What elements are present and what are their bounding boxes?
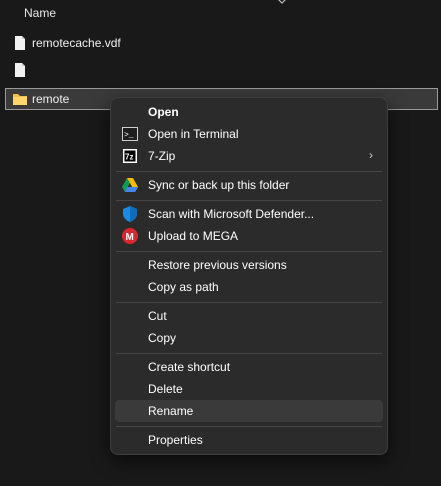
- menu-item-restore-versions[interactable]: Restore previous versions: [115, 254, 383, 276]
- context-menu: Open >_ Open in Terminal 7z 7-Zip › Sync…: [110, 97, 388, 455]
- menu-item-copy-as-path[interactable]: Copy as path: [115, 276, 383, 298]
- svg-text:M: M: [126, 232, 134, 243]
- 7zip-icon: 7z: [122, 148, 138, 164]
- menu-item-cut[interactable]: Cut: [115, 305, 383, 327]
- menu-item-mega[interactable]: M Upload to MEGA: [115, 225, 383, 247]
- file-row-remotecache[interactable]: remotecache.vdf: [6, 32, 436, 54]
- sort-chevron-icon[interactable]: [277, 0, 287, 6]
- menu-item-create-shortcut[interactable]: Create shortcut: [115, 356, 383, 378]
- folder-icon: [12, 91, 28, 107]
- menu-item-open[interactable]: Open: [115, 101, 383, 123]
- file-icon: [12, 35, 28, 51]
- menu-item-sync[interactable]: Sync or back up this folder: [115, 174, 383, 196]
- column-name-header[interactable]: Name: [24, 6, 56, 20]
- menu-separator: [116, 251, 382, 252]
- menu-item-open-terminal[interactable]: >_ Open in Terminal: [115, 123, 383, 145]
- svg-text:7z: 7z: [125, 153, 133, 162]
- file-row-unnamed[interactable]: [6, 59, 436, 81]
- menu-separator: [116, 353, 382, 354]
- file-name: remotecache.vdf: [32, 36, 121, 50]
- menu-item-properties[interactable]: Properties: [115, 429, 383, 451]
- menu-item-defender[interactable]: Scan with Microsoft Defender...: [115, 203, 383, 225]
- menu-separator: [116, 426, 382, 427]
- folder-name: remote: [32, 92, 70, 106]
- file-icon: [12, 62, 28, 78]
- menu-separator: [116, 302, 382, 303]
- menu-item-copy[interactable]: Copy: [115, 327, 383, 349]
- mega-icon: M: [122, 228, 138, 244]
- terminal-icon: >_: [122, 126, 138, 142]
- menu-separator: [116, 171, 382, 172]
- svg-text:>_: >_: [124, 131, 134, 140]
- menu-item-7zip[interactable]: 7z 7-Zip ›: [115, 145, 383, 167]
- chevron-right-icon: ›: [369, 148, 373, 162]
- menu-item-rename[interactable]: Rename: [115, 400, 383, 422]
- menu-separator: [116, 200, 382, 201]
- google-drive-icon: [122, 177, 138, 193]
- column-header: Name: [0, 0, 441, 26]
- shield-icon: [122, 206, 138, 222]
- menu-item-delete[interactable]: Delete: [115, 378, 383, 400]
